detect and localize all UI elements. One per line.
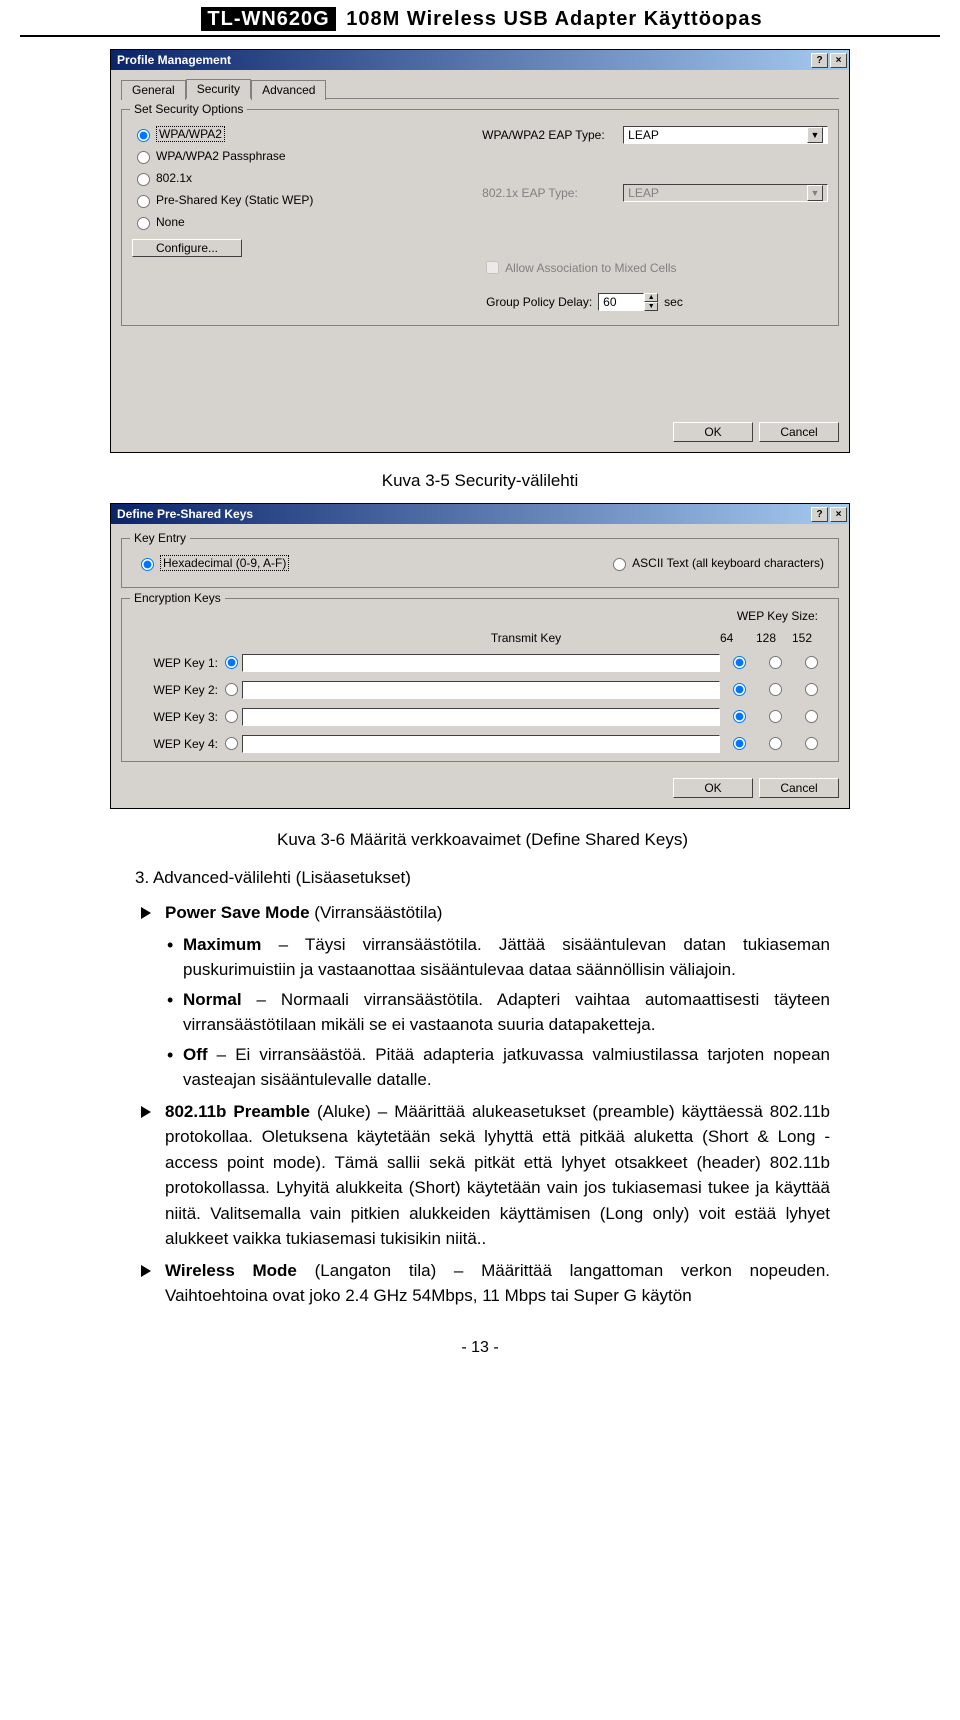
sub-off: Off – Ei virransäästöä. Pitää adapteria … [135,1042,830,1093]
sub-maximum: Maximum – Täysi virransäästötila. Jättää… [135,932,830,983]
define-psk-dialog: Define Pre-Shared Keys ? × Key Entry Hex… [110,503,850,809]
wep4-input[interactable] [242,735,720,753]
sub-normal: Normal – Normaali virransäästötila. Adap… [135,987,830,1038]
wep1-size-64[interactable] [733,656,746,669]
eap2-label: 802.1x EAP Type: [482,186,617,200]
ok-button[interactable]: OK [673,778,753,798]
page-number: - 13 - [20,1339,940,1357]
bullet-power-save: Power Save Mode (Virransäästötila) [135,900,830,926]
chevron-down-icon: ▼ [807,127,823,143]
figure-caption-2: Kuva 3-6 Määritä verkkoavaimet (Define S… [135,827,830,853]
wep1-size-128[interactable] [769,656,782,669]
article-body: Kuva 3-6 Määritä verkkoavaimet (Define S… [135,827,830,1309]
radio-8021x[interactable]: 802.1x [132,170,452,186]
chevron-down-icon: ▼ [807,185,823,201]
allow-mixed-checkbox: Allow Association to Mixed Cells [482,258,828,277]
close-icon: × [836,55,842,66]
wep2-input[interactable] [242,681,720,699]
close-button[interactable]: × [830,507,847,522]
radio-wpa-passphrase[interactable]: WPA/WPA2 Passphrase [132,148,452,164]
group-policy-input[interactable]: 60 [598,293,644,311]
security-options-group: Set Security Options WPA/WPA2 WPA/WPA2 P… [121,109,839,326]
dialog-title: Profile Management [117,53,231,67]
wep4-label: WEP Key 4: [132,737,218,751]
size-128: 128 [756,631,792,645]
dialog-title: Define Pre-Shared Keys [117,507,253,521]
wep1-label: WEP Key 1: [132,656,218,670]
group-legend: Encryption Keys [130,591,225,605]
wep2-label: WEP Key 2: [132,683,218,697]
help-icon: ? [816,55,822,66]
wep3-size-64[interactable] [733,710,746,723]
help-button[interactable]: ? [811,507,828,522]
group-policy-label: Group Policy Delay: [482,295,592,309]
wep2-size-128[interactable] [769,683,782,696]
wep3-size-128[interactable] [769,710,782,723]
tab-security[interactable]: Security [186,79,251,99]
radio-psk-wep[interactable]: Pre-Shared Key (Static WEP) [132,192,452,208]
wep4-size-128[interactable] [769,737,782,750]
transmit-key-4[interactable] [225,737,238,750]
radio-ascii[interactable]: ASCII Text (all keyboard characters) [608,555,824,571]
cancel-button[interactable]: Cancel [759,422,839,442]
wep4-size-152[interactable] [805,737,818,750]
group-legend: Set Security Options [130,102,247,116]
wep3-size-152[interactable] [805,710,818,723]
transmit-key-2[interactable] [225,683,238,696]
dialog-titlebar: Define Pre-Shared Keys ? × [111,504,849,524]
help-button[interactable]: ? [811,53,828,68]
tab-general[interactable]: General [121,80,186,100]
encryption-keys-group: Encryption Keys WEP Key Size: Transmit K… [121,598,839,762]
tab-strip: General Security Advanced [121,78,839,99]
transmit-key-label: Transmit Key [242,631,720,645]
doc-title: 108M Wireless USB Adapter Käyttöopas [346,8,762,30]
sec-label: sec [664,295,683,309]
header-divider [20,35,940,37]
wep1-size-152[interactable] [805,656,818,669]
wep2-size-64[interactable] [733,683,746,696]
size-64: 64 [720,631,756,645]
spinner-down[interactable]: ▼ [644,302,658,311]
wep3-label: WEP Key 3: [132,710,218,724]
radio-none[interactable]: None [132,214,452,230]
group-legend: Key Entry [130,531,190,545]
dialog-titlebar: Profile Management ? × [111,50,849,70]
figure-caption-1: Kuva 3-5 Security-välilehti [20,471,940,491]
close-button[interactable]: × [830,53,847,68]
close-icon: × [836,509,842,520]
bullet-wireless-mode: Wireless Mode (Langaton tila) – Määrittä… [135,1258,830,1309]
transmit-key-1[interactable] [225,656,238,669]
wep2-size-152[interactable] [805,683,818,696]
transmit-key-3[interactable] [225,710,238,723]
help-icon: ? [816,509,822,520]
wep-size-label: WEP Key Size: [720,609,828,623]
radio-hex[interactable]: Hexadecimal (0-9, A-F) [136,555,289,571]
bullet-preamble: 802.11b Preamble (Aluke) – Määrittää alu… [135,1099,830,1252]
size-152: 152 [792,631,828,645]
wep1-input[interactable] [242,654,720,672]
eap1-combobox[interactable]: LEAP ▼ [623,126,828,144]
spinner-up[interactable]: ▲ [644,293,658,302]
tab-advanced[interactable]: Advanced [251,80,326,100]
model-label: TL-WN620G [201,7,335,31]
eap1-label: WPA/WPA2 EAP Type: [482,128,617,142]
radio-wpa[interactable]: WPA/WPA2 [132,126,452,142]
eap2-combobox: LEAP ▼ [623,184,828,202]
wep4-size-64[interactable] [733,737,746,750]
section-heading: 3. Advanced-välilehti (Lisäasetukset) [135,865,830,891]
wep3-input[interactable] [242,708,720,726]
configure-button[interactable]: Configure... [132,239,242,257]
profile-management-dialog: Profile Management ? × General Security … [110,49,850,453]
key-entry-group: Key Entry Hexadecimal (0-9, A-F) ASCII T… [121,538,839,588]
ok-button[interactable]: OK [673,422,753,442]
page-header: TL-WN620G 108M Wireless USB Adapter Käyt… [20,8,940,31]
cancel-button[interactable]: Cancel [759,778,839,798]
